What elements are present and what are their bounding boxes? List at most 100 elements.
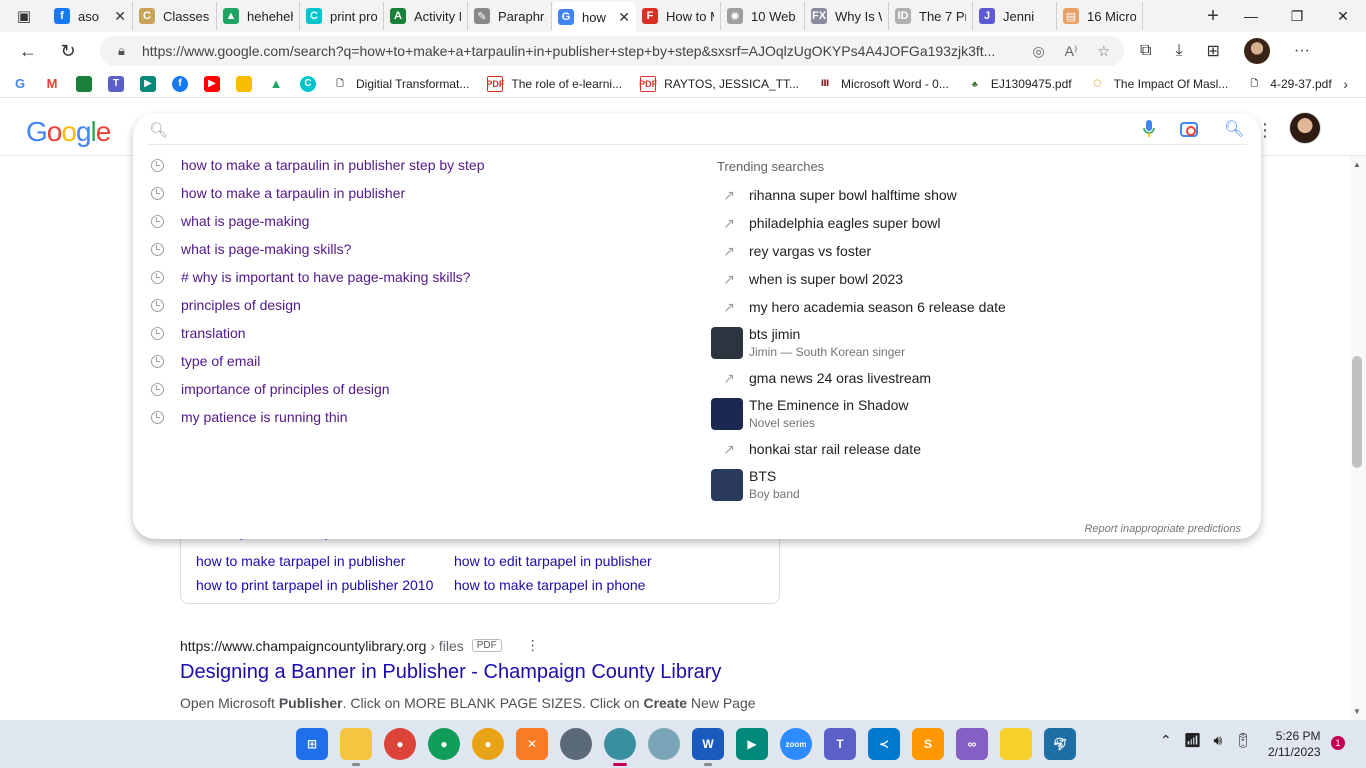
history-suggestion[interactable]: what is page-making skills?: [133, 235, 713, 263]
youtube-bookmark-icon[interactable]: ▶: [204, 75, 220, 92]
report-predictions-link[interactable]: Report inappropriate predictions: [1084, 523, 1241, 535]
voice-search-icon[interactable]: [1141, 119, 1157, 139]
trending-suggestion[interactable]: The Eminence in Shadow Novel series: [709, 392, 1259, 435]
new-tab-button[interactable]: +: [1198, 5, 1228, 28]
word-icon[interactable]: W: [692, 728, 724, 766]
notification-badge[interactable]: 1: [1331, 736, 1345, 750]
photos-icon[interactable]: [648, 728, 680, 760]
vscode-icon[interactable]: ≺: [868, 728, 900, 760]
extensions-icon[interactable]: ⧉: [1140, 42, 1151, 60]
profile-avatar[interactable]: [1243, 38, 1270, 64]
bookmark-item[interactable]: PDF RAYTOS, JESSICA_TT...: [639, 75, 799, 92]
result-title[interactable]: Designing a Banner in Publisher - Champa…: [180, 661, 721, 684]
account-avatar[interactable]: [1289, 112, 1321, 144]
trending-suggestion[interactable]: ↗ philadelphia eagles super bowl: [709, 209, 1259, 237]
teams-icon[interactable]: T: [824, 728, 856, 760]
zoom-icon[interactable]: zoom: [780, 728, 812, 760]
visual-studio-icon[interactable]: ∞: [956, 728, 988, 760]
show-hidden-icons-icon[interactable]: ⌃: [1160, 732, 1172, 749]
volume-icon[interactable]: 🔊︎: [1214, 732, 1223, 749]
profile-app-icon[interactable]: [560, 728, 592, 760]
result-options-icon[interactable]: ⋮: [526, 637, 540, 654]
related-link[interactable]: how to print tarpapel in publisher 2010: [196, 577, 433, 593]
bookmark-item[interactable]: PDF The role of e-learni...: [486, 75, 622, 92]
gmail-bookmark-icon[interactable]: M: [44, 76, 60, 92]
trending-suggestion[interactable]: ↗ gma news 24 oras livestream: [709, 364, 1259, 392]
result-url[interactable]: https://www.champaigncountylibrary.org ›…: [180, 637, 540, 654]
restore-icon[interactable]: ❐: [1274, 0, 1320, 32]
browser-tab[interactable]: A Activity N: [384, 2, 468, 30]
browser-tab[interactable]: J Jenni: [973, 2, 1057, 30]
trending-suggestion[interactable]: BTS Boy band: [709, 463, 1259, 506]
history-suggestion[interactable]: principles of design: [133, 291, 713, 319]
browser-tab[interactable]: ✎ Paraphra: [468, 2, 552, 30]
tab-close-icon[interactable]: ✕: [114, 8, 126, 25]
bookmark-item[interactable]: ♣ EJ1309475.pdf: [967, 76, 1072, 92]
trending-suggestion[interactable]: ↗ when is super bowl 2023: [709, 265, 1259, 293]
url-text[interactable]: https://www.google.com/search?q=how+to+m…: [142, 43, 1032, 59]
meet-icon[interactable]: ▶: [736, 728, 768, 760]
bookmark-item[interactable]: 🗋︎ 4-29-37.pdf: [1246, 76, 1332, 92]
bookmark-item[interactable]: Ⅲ Microsoft Word - 0...: [817, 76, 949, 92]
downloads-icon[interactable]: ⤓: [1175, 42, 1182, 60]
scroll-up-icon[interactable]: ▲: [1353, 160, 1361, 169]
favorite-icon[interactable]: ☆: [1097, 43, 1110, 60]
google-logo[interactable]: Google: [26, 116, 111, 148]
browser-tab[interactable]: Cprint pro: [300, 2, 384, 30]
browser-tab[interactable]: ✺ 10 Web D: [721, 2, 805, 30]
classroom-bookmark-icon[interactable]: [76, 75, 92, 92]
browser-tab[interactable]: C Classes: [133, 2, 217, 30]
related-link[interactable]: how to edit tarpapel in publisher: [454, 553, 652, 569]
trending-suggestion[interactable]: bts jimin Jimin — South Korean singer: [709, 321, 1259, 364]
bookmark-item[interactable]: ⬡ The Impact Of Masl...: [1090, 76, 1229, 92]
result-domain[interactable]: https://www.champaigncountylibrary.org: [180, 638, 426, 654]
read-aloud-icon[interactable]: A⁾: [1065, 43, 1078, 60]
browser-menu-icon[interactable]: ···: [1294, 42, 1310, 60]
sticky-notes-icon[interactable]: [1000, 728, 1032, 760]
trending-suggestion[interactable]: ↗ rey vargas vs foster: [709, 237, 1259, 265]
browser-tab[interactable]: FX Why Is W: [805, 2, 889, 30]
scrollbar-thumb[interactable]: [1352, 356, 1362, 468]
related-link[interactable]: how to make tarpapel in publisher: [196, 553, 405, 569]
search-submit-icon[interactable]: 🔍︎: [1224, 119, 1244, 139]
chrome-profile-icon[interactable]: ●: [428, 728, 460, 760]
browser-tab[interactable]: ID The 7 Pri: [889, 2, 973, 30]
mysql-workbench-icon[interactable]: 🐬︎: [1044, 728, 1076, 760]
lens-search-icon[interactable]: [1180, 122, 1198, 137]
trending-suggestion[interactable]: ↗ honkai star rail release date: [709, 435, 1259, 463]
chrome-icon[interactable]: ●: [384, 728, 416, 760]
history-suggestion[interactable]: how to make a tarpaulin in publisher ste…: [133, 151, 713, 179]
clock[interactable]: 5:26 PM 2/11/2023: [1268, 728, 1321, 760]
browser-tab[interactable]: Ghow ✕: [552, 2, 636, 32]
bookmarks-more-icon[interactable]: ›: [1343, 76, 1348, 92]
edge-icon[interactable]: [604, 728, 636, 766]
xampp-icon[interactable]: ✕: [516, 728, 548, 760]
back-icon[interactable]: ←: [8, 32, 48, 70]
sublime-icon[interactable]: S: [912, 728, 944, 760]
browser-tab[interactable]: ▲ heheheh: [217, 2, 300, 30]
minimize-icon[interactable]: —: [1228, 0, 1274, 32]
canva-bookmark-icon[interactable]: C: [300, 75, 316, 92]
facebook-bookmark-icon[interactable]: f: [172, 75, 188, 92]
teams-bookmark-icon[interactable]: T: [108, 75, 124, 92]
browser-tab[interactable]: f aso ✕: [48, 2, 133, 30]
location-icon[interactable]: ◎: [1032, 43, 1044, 60]
file-explorer-icon[interactable]: [340, 728, 372, 766]
search-bar[interactable]: 🔍︎ 🔍︎: [133, 113, 1261, 145]
start-icon[interactable]: ⊞: [296, 728, 328, 760]
trending-suggestion[interactable]: ↗ my hero academia season 6 release date: [709, 293, 1259, 321]
tab-close-icon[interactable]: ✕: [618, 9, 630, 26]
history-suggestion[interactable]: my patience is running thin: [133, 403, 713, 431]
browser-tab[interactable]: F How to M: [636, 2, 721, 30]
history-suggestion[interactable]: importance of principles of design: [133, 375, 713, 403]
history-suggestion[interactable]: type of email: [133, 347, 713, 375]
history-suggestion[interactable]: how to make a tarpaulin in publisher: [133, 179, 713, 207]
trending-suggestion[interactable]: ↗ rihanna super bowl halftime show: [709, 181, 1259, 209]
keep-bookmark-icon[interactable]: [236, 75, 252, 92]
meet-bookmark-icon[interactable]: ▶: [140, 75, 156, 92]
history-suggestion[interactable]: translation: [133, 319, 713, 347]
collections-icon[interactable]: ⊞: [1207, 41, 1220, 61]
history-suggestion[interactable]: # why is important to have page-making s…: [133, 263, 713, 291]
address-bar[interactable]: 🔒︎ https://www.google.com/search?q=how+t…: [100, 36, 1124, 66]
google-bookmark-icon[interactable]: G: [12, 76, 28, 92]
